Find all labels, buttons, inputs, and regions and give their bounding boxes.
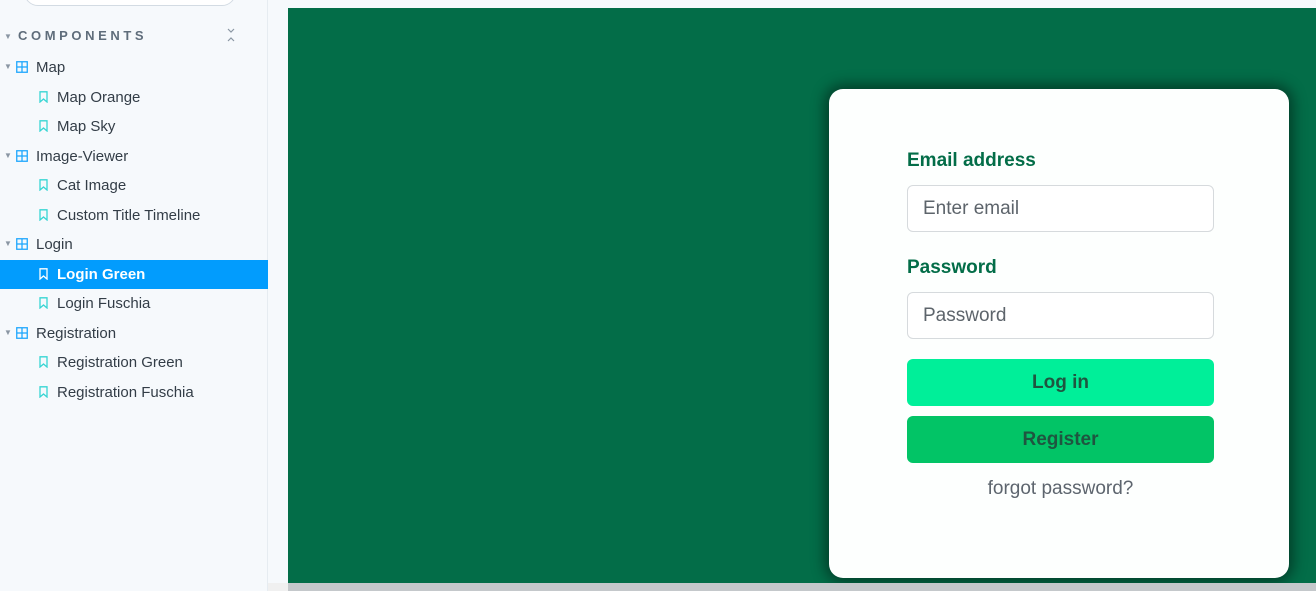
sidebar-folder-label: Image-Viewer [36,147,129,165]
story-preview-canvas: Email address Password Log in Register f… [288,8,1316,583]
sidebar-story-login-green[interactable]: Login Green [0,259,268,289]
sidebar-story-label: Login Green [57,265,146,283]
sidebar-story-login-fuschia[interactable]: Login Fuschia [0,289,268,318]
bookmark-icon [39,208,48,221]
login-card: Email address Password Log in Register f… [829,89,1289,578]
caret-down-icon: ▼ [4,32,12,41]
component-grid-icon [16,326,28,339]
component-grid-icon [16,149,28,162]
sidebar-story-label: Custom Title Timeline [57,206,201,224]
bookmark-icon [39,267,48,280]
bookmark-icon [39,385,48,398]
sidebar-story-label: Map Sky [57,118,116,135]
sidebar-folder-login[interactable]: ▼ Login [0,230,268,259]
sidebar: ▼ COMPONENTS ▼ Map Map Orange Map Sky ▼ Image… [0,0,268,591]
register-button[interactable]: Register [907,416,1214,463]
component-grid-icon [16,61,28,73]
sidebar-folder-map[interactable]: ▼ Map [0,53,268,82]
email-field[interactable] [907,185,1214,232]
bookmark-icon [39,120,48,132]
collapse-all-icon-svg [227,28,235,42]
horizontal-scrollbar[interactable] [288,583,1316,591]
sidebar-story-label: Registration Fuschia [57,383,194,401]
collapse-all-icon[interactable] [224,27,238,45]
sidebar-story-label: Registration Green [57,354,183,371]
caret-down-icon: ▼ [4,62,12,71]
bookmark-icon [39,90,48,103]
password-label: Password [907,257,997,278]
caret-down-icon: ▼ [4,327,12,337]
caret-down-icon: ▼ [4,239,12,248]
login-button[interactable]: Log in [907,359,1214,406]
sidebar-folder-label: Map [36,59,66,76]
sidebar-story-custom-title-timeline[interactable]: Custom Title Timeline [0,201,268,230]
sidebar-story-map-sky[interactable]: Map Sky [0,112,268,141]
sidebar-story-registration-fuschia[interactable]: Registration Fuschia [0,378,268,407]
sidebar-folder-registration[interactable]: ▼ Registration [0,319,268,348]
bookmark-icon [39,179,48,191]
email-label: Email address [907,150,1036,171]
search-input[interactable] [24,0,236,6]
sidebar-story-map-orange[interactable]: Map Orange [0,83,268,112]
bookmark-icon [39,297,48,309]
password-field[interactable] [907,292,1214,339]
forgot-password-link[interactable]: forgot password? [907,478,1214,500]
sidebar-folder-label: Login [36,236,73,253]
sidebar-story-label: Map Orange [57,88,141,106]
sidebar-folder-label: Registration [36,324,117,342]
sidebar-story-label: Login Fuschia [57,295,151,312]
component-grid-icon [16,238,28,250]
scrollbar-track [268,583,288,591]
caret-down-icon: ▼ [4,150,12,160]
sidebar-story-label: Cat Image [57,177,127,194]
section-header-components[interactable]: ▼ COMPONENTS [0,24,268,48]
sidebar-story-cat-image[interactable]: Cat Image [0,171,268,200]
section-label: COMPONENTS [18,28,148,43]
sidebar-story-registration-green[interactable]: Registration Green [0,348,268,377]
bookmark-icon [39,356,48,368]
sidebar-folder-image-viewer[interactable]: ▼ Image-Viewer [0,142,268,171]
